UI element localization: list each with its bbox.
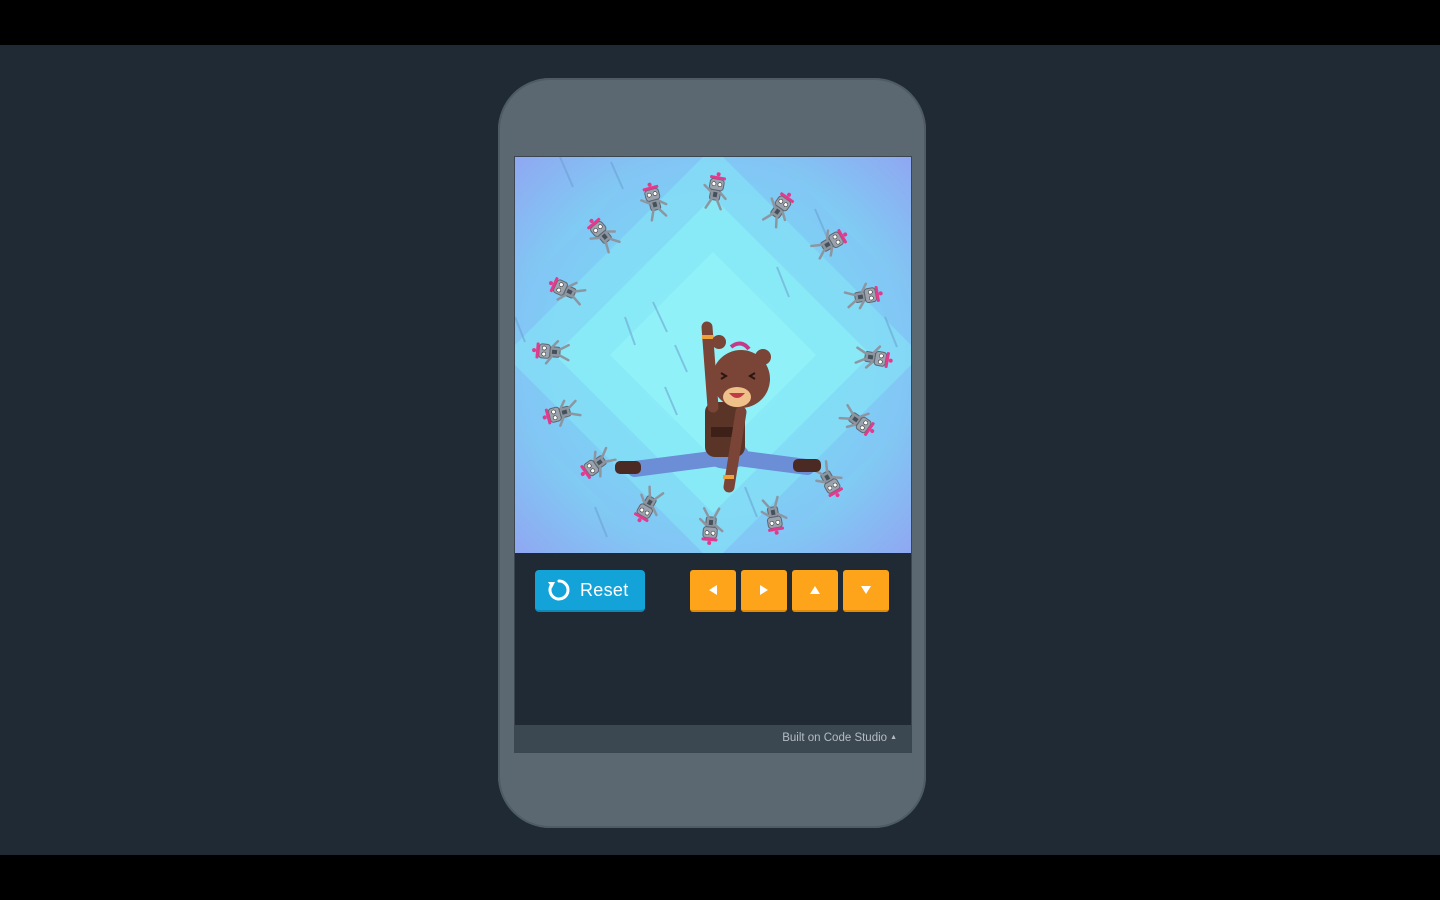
caret-up-icon: ▲ <box>890 734 897 741</box>
stage-background: Reset Built on Code Studio ▲ <box>0 45 1440 855</box>
left-arrow-button[interactable] <box>690 570 736 612</box>
arrow-down-icon <box>861 586 871 594</box>
reset-button[interactable]: Reset <box>535 570 645 612</box>
arrow-right-icon <box>760 585 768 595</box>
reset-label: Reset <box>580 579 629 600</box>
canvas-scene <box>515 157 911 553</box>
letterbox-top <box>0 0 1440 45</box>
arrow-up-icon <box>810 586 820 594</box>
phone-screen: Reset Built on Code Studio ▲ <box>514 156 912 753</box>
built-on-code-studio-link[interactable]: Built on Code Studio ▲ <box>782 732 897 744</box>
built-on-label: Built on Code Studio <box>782 732 888 744</box>
game-controls: Reset <box>515 553 911 725</box>
footer-bar: Built on Code Studio ▲ <box>515 725 911 752</box>
arrow-left-icon <box>709 585 717 595</box>
up-arrow-button[interactable] <box>792 570 838 612</box>
right-arrow-button[interactable] <box>741 570 787 612</box>
down-arrow-button[interactable] <box>843 570 889 612</box>
dance-party-canvas[interactable] <box>515 157 911 553</box>
letterbox-bottom <box>0 855 1440 900</box>
phone-frame: Reset Built on Code Studio ▲ <box>498 78 926 828</box>
reset-icon <box>547 578 571 602</box>
